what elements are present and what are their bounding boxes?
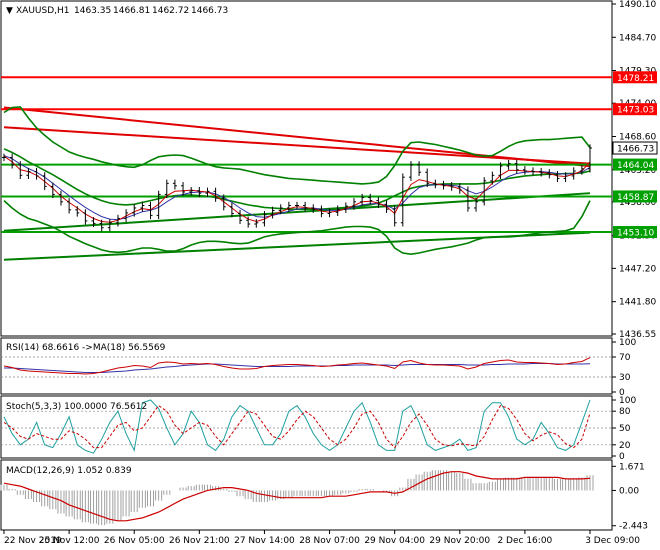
ohlc-high: 1466.81: [113, 6, 150, 16]
level-price-label-3: 1458.87: [617, 193, 654, 203]
price-axis-label: 1490.10: [619, 0, 656, 10]
ohlc-open: 1463.35: [74, 6, 111, 16]
x-axis-label: 28 Nov 07:00: [299, 536, 360, 546]
rsi-label: RSI(14) 68.6616 ->MA(18) 56.5569: [6, 343, 166, 353]
price-axis-label: 1468.60: [619, 132, 656, 142]
stoch-axis-label: 20: [619, 441, 631, 451]
macd-axis-label: 1.671: [619, 462, 645, 472]
stoch-axis-label: 100: [619, 396, 636, 406]
x-axis-label: 27 Nov 14:00: [234, 536, 295, 546]
trendline-3: [3, 192, 591, 232]
axis-labels-layer: 1490.101484.701479.301474.001468.601463.…: [3, 0, 658, 546]
price-axis-label: 1441.80: [619, 298, 656, 308]
x-axis-label: 25 Nov 12:00: [39, 536, 100, 546]
rsi-axis-label: 70: [619, 353, 631, 363]
macd-axis-label: 0.00: [619, 486, 639, 496]
x-axis-label: 29 Nov 20:00: [429, 536, 490, 546]
x-axis-label: 2 Dec 16:00: [497, 536, 552, 546]
price-axis-label: 1447.20: [619, 264, 656, 274]
macd-series-layer: [0, 470, 594, 526]
ohlc-close: 1466.73: [191, 6, 228, 16]
chart-window: 1490.101484.701479.301474.001468.601463.…: [0, 0, 658, 546]
symbol-label: XAUUSD,H1: [16, 6, 70, 16]
x-axis-label: 26 Nov 05:00: [104, 536, 165, 546]
rsi-series-layer: [1, 356, 612, 378]
price-panel-frame: [0, 0, 613, 337]
level-price-label-4: 1453.10: [617, 229, 654, 239]
current-price-label: 1466.73: [617, 145, 654, 155]
stoch-axis-label: 80: [619, 407, 631, 417]
symbol-icon: ▼: [6, 6, 13, 16]
stoch-axis-label: 0: [619, 452, 625, 462]
symbol-header: ▼ XAUUSD,H1 1463.35 1466.81 1462.72 1466…: [6, 6, 228, 16]
level-price-label-1: 1473.03: [617, 106, 654, 116]
macd-axis-label: -2.443: [619, 522, 648, 532]
x-axis-label: 29 Nov 04:00: [364, 536, 425, 546]
ohlc-low: 1462.72: [152, 6, 189, 16]
x-axis-label: 26 Nov 21:00: [169, 536, 230, 546]
rsi-axis-label: 100: [619, 338, 636, 348]
rsi-axis-label: 30: [619, 373, 631, 383]
macd-label: MACD(12,26,9) 1.052 0.839: [6, 466, 132, 476]
x-axis-label: 3 Dec 09:00: [585, 536, 640, 546]
price-axis-label: 1484.70: [619, 33, 656, 43]
stoch-axis-label: 50: [619, 424, 631, 434]
level-price-label-0: 1478.21: [617, 74, 654, 84]
macd-signal-line: [3, 471, 591, 522]
level-price-label-2: 1464.04: [617, 161, 654, 171]
price-series-layer: [1, 76, 612, 261]
stoch-label: Stoch(5,3,3) 100.0000 76.5612: [6, 402, 147, 412]
